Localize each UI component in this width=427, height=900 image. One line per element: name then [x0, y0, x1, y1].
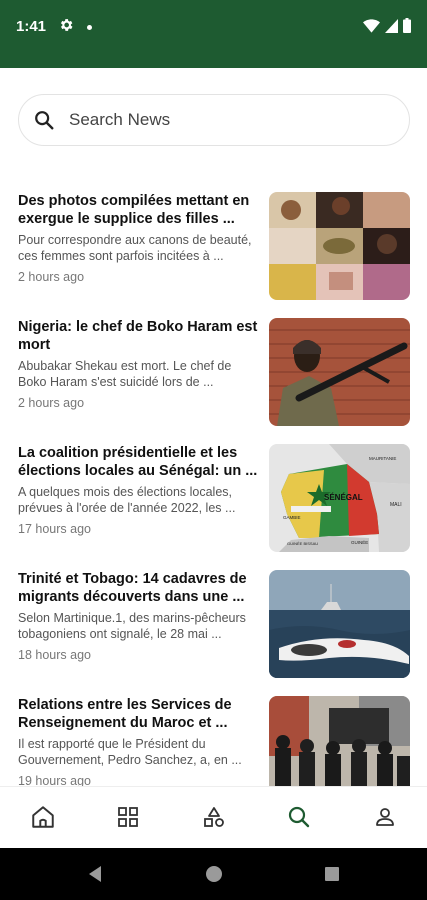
news-item[interactable]: Nigeria: le chef de Boko Haram est mort … — [0, 304, 427, 426]
home-circle-icon[interactable] — [202, 862, 226, 886]
news-title: Des photos compilées mettant en exergue … — [18, 193, 250, 227]
dot-icon — [87, 25, 92, 30]
news-excerpt: Abubakar Shekau est mort. Le chef de Bok… — [18, 359, 232, 389]
news-text: Trinité et Tobago: 14 cadavres de migran… — [18, 570, 260, 662]
news-excerpt: Pour correspondre aux canons de beauté, … — [18, 233, 252, 263]
status-bar: 1:41 — [0, 0, 427, 68]
news-item[interactable]: La coalition présidentielle et les élect… — [0, 430, 427, 552]
news-item[interactable]: Des photos compilées mettant en exergue … — [0, 178, 427, 300]
system-nav-bar — [0, 848, 427, 900]
profile-icon — [373, 805, 397, 834]
map-label-guinea-bissau: GUINÉE BISSAU — [287, 541, 318, 546]
news-title: Nigeria: le chef de Boko Haram est mort — [18, 319, 258, 353]
news-time: 19 hours ago — [18, 774, 91, 786]
map-label-guinea: GUINÉE — [351, 539, 368, 545]
recents-icon[interactable] — [320, 862, 344, 886]
grid-icon — [116, 805, 140, 834]
map-label-senegal: SÉNÉGAL — [324, 493, 363, 502]
news-text: La coalition présidentielle et les élect… — [18, 444, 260, 536]
news-list: Des photos compilées mettant en exergue … — [0, 178, 427, 786]
status-icons — [363, 18, 411, 38]
search-bar[interactable] — [18, 94, 410, 146]
map-label-gambia: GAMBIE — [283, 515, 301, 520]
status-time: 1:41 — [16, 18, 47, 35]
news-time: 2 hours ago — [18, 270, 85, 284]
news-time: 2 hours ago — [18, 396, 85, 410]
search-icon — [33, 109, 55, 136]
news-title: Trinité et Tobago: 14 cadavres de migran… — [18, 571, 247, 605]
nav-search-button[interactable] — [285, 805, 313, 833]
news-item[interactable]: Trinité et Tobago: 14 cadavres de migran… — [0, 556, 427, 678]
search-icon — [287, 805, 311, 834]
news-title: Relations entre les Services de Renseign… — [18, 697, 232, 731]
news-thumbnail-senegal-map[interactable]: SÉNÉGAL MAURITANIE MALI GAMBIE GUINÉE GU… — [269, 444, 410, 552]
nav-explore-button[interactable] — [200, 805, 228, 833]
map-label-mauritania: MAURITANIE — [369, 456, 396, 461]
back-icon[interactable] — [84, 862, 108, 886]
news-time: 18 hours ago — [18, 648, 91, 662]
news-text: Nigeria: le chef de Boko Haram est mort … — [18, 318, 260, 410]
wifi-icon — [363, 18, 380, 38]
news-thumbnail-sea[interactable] — [269, 570, 410, 678]
news-title: La coalition présidentielle et les élect… — [18, 445, 258, 479]
news-time: 17 hours ago — [18, 522, 91, 536]
battery-icon — [403, 18, 411, 38]
news-excerpt: A quelques mois des élections locales, p… — [18, 485, 236, 515]
bottom-nav — [0, 786, 427, 848]
news-excerpt: Il est rapporté que le Président du Gouv… — [18, 737, 242, 767]
news-item[interactable]: Relations entre les Services de Renseign… — [0, 682, 427, 786]
news-thumbnail-soldier[interactable] — [269, 318, 410, 426]
nav-categories-button[interactable] — [114, 805, 142, 833]
news-text: Relations entre les Services de Renseign… — [18, 696, 260, 786]
news-excerpt: Selon Martinique.1, des marins-pêcheurs … — [18, 611, 246, 641]
news-thumbnail-troops[interactable] — [269, 696, 410, 786]
map-label-mali: MALI — [390, 502, 402, 508]
cell-signal-icon — [385, 18, 398, 38]
nav-home-button[interactable] — [29, 805, 57, 833]
gear-icon — [58, 17, 74, 38]
nav-profile-button[interactable] — [371, 805, 399, 833]
search-input[interactable] — [69, 95, 389, 145]
news-text: Des photos compilées mettant en exergue … — [18, 192, 260, 284]
home-icon — [30, 804, 56, 835]
news-thumbnail-collage[interactable] — [269, 192, 410, 300]
shapes-icon — [202, 805, 226, 834]
